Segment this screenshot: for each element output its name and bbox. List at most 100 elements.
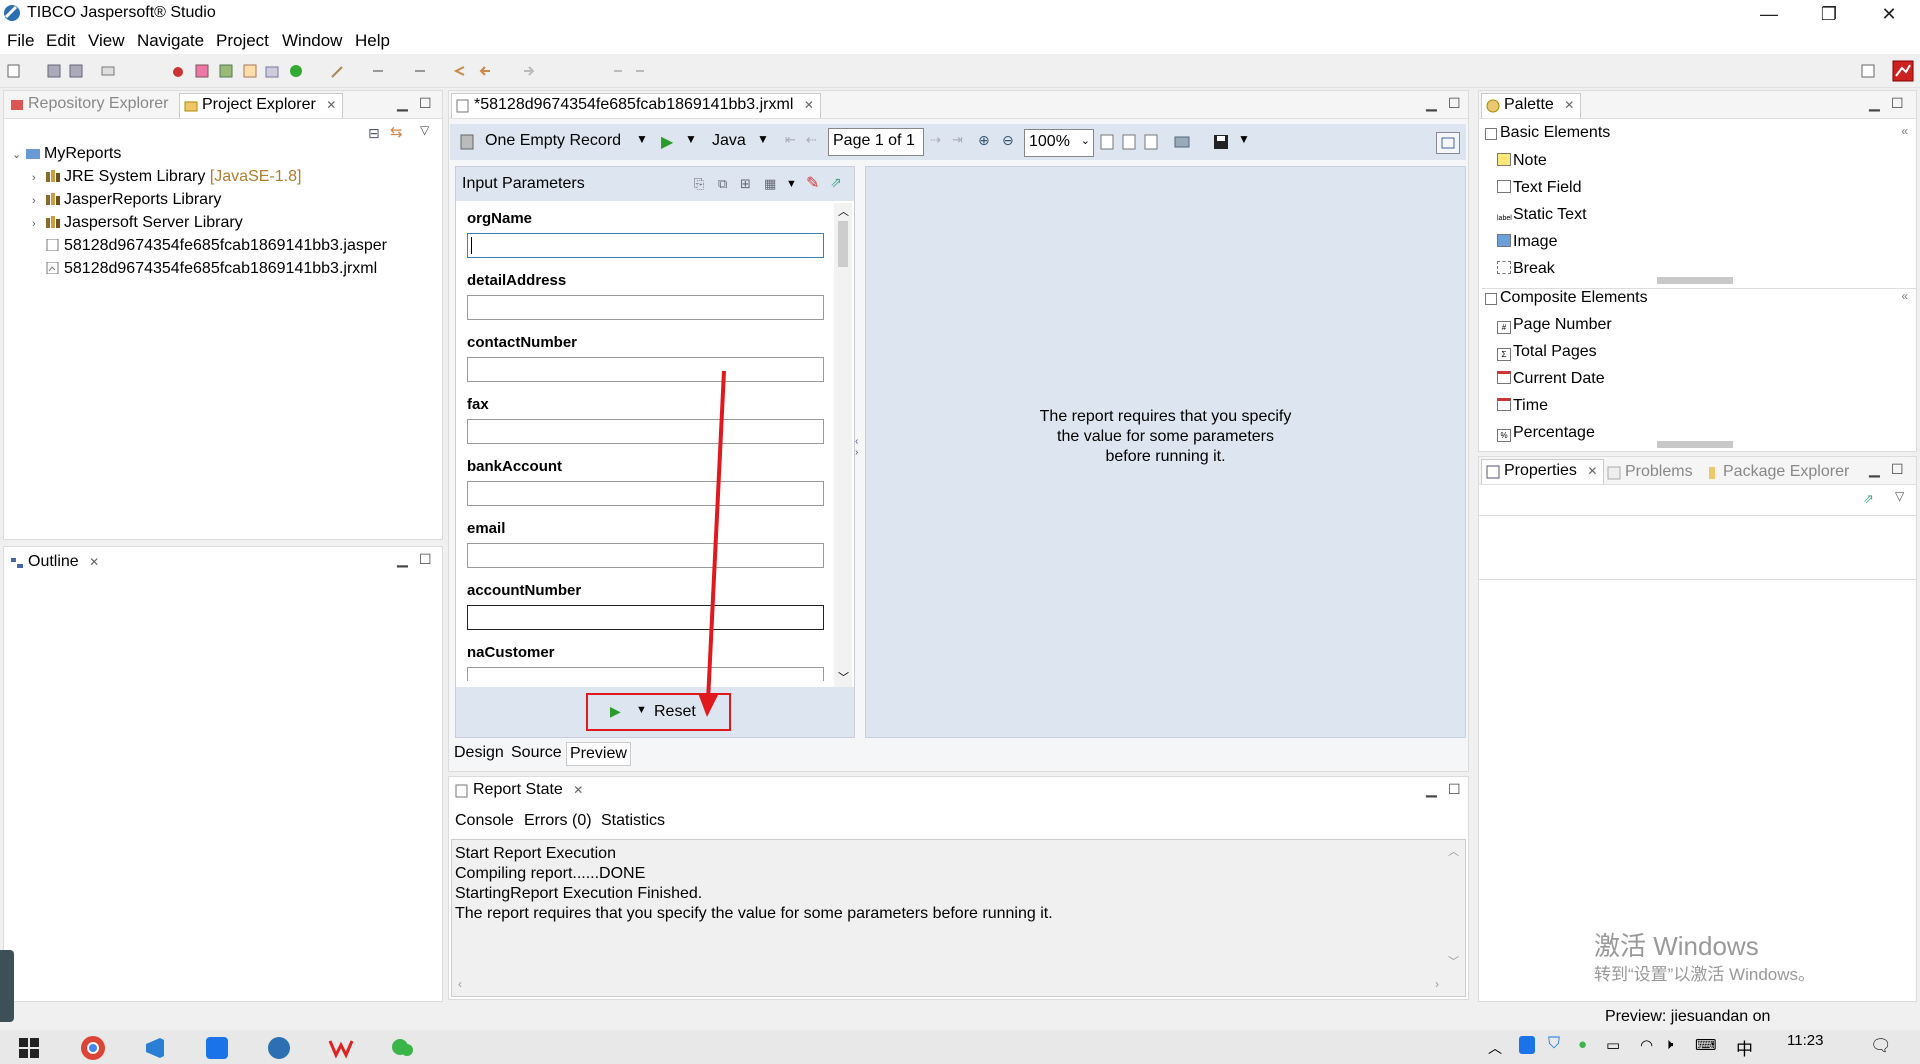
- prev-page-icon[interactable]: ⇠: [806, 132, 817, 148]
- param-tool-3-icon[interactable]: ⊞: [740, 176, 751, 192]
- first-page-icon[interactable]: ⇤: [785, 132, 796, 148]
- close-tab-icon[interactable]: ✕: [1564, 98, 1574, 112]
- maximize-view-icon[interactable]: ☐: [419, 551, 432, 568]
- export-dropdown-icon[interactable]: ▼: [1238, 132, 1250, 146]
- palette-item-total-pages[interactable]: Σ Total Pages: [1497, 343, 1597, 361]
- tree-item-jasperreports-library[interactable]: › JasperReports Library: [32, 191, 221, 209]
- fit-width-icon[interactable]: [1122, 134, 1136, 150]
- data-adapter-dropdown-icon[interactable]: ▼: [636, 132, 648, 146]
- tree-item-myreports[interactable]: ⌄ MyReports: [12, 145, 121, 163]
- tab-jrxml-editor[interactable]: *58128d9674354fe685fcab1869141bb3.jrxml …: [451, 93, 821, 118]
- back-icon[interactable]: [478, 63, 494, 79]
- tray-battery-icon[interactable]: ▭: [1606, 1036, 1620, 1054]
- menu-edit[interactable]: Edit: [46, 31, 75, 51]
- minimize-view-icon[interactable]: ▁: [1869, 461, 1880, 478]
- actual-size-icon[interactable]: [1144, 134, 1158, 150]
- param-field-orgname[interactable]: [467, 233, 824, 258]
- side-widget[interactable]: [0, 950, 14, 1022]
- scroll-up-icon[interactable]: ︿: [1448, 842, 1459, 862]
- param-tool-4-icon[interactable]: ▦: [764, 176, 776, 192]
- run-dropdown-icon[interactable]: ▼: [685, 132, 697, 146]
- maximize-view-icon[interactable]: ☐: [1448, 95, 1461, 112]
- tray-wifi-icon[interactable]: ◠: [1640, 1036, 1653, 1054]
- next-annotation-icon[interactable]: [370, 63, 386, 79]
- palette-item-page-number[interactable]: # Page Number: [1497, 316, 1612, 334]
- tray-clock[interactable]: 11:23: [1787, 1032, 1823, 1049]
- palette-item-note[interactable]: Note: [1497, 152, 1547, 170]
- maximize-view-icon[interactable]: ☐: [1448, 781, 1461, 798]
- jaspersoft-taskbar-icon[interactable]: [266, 1035, 292, 1061]
- tab-errors[interactable]: Errors (0): [524, 812, 592, 830]
- forward-icon[interactable]: [520, 63, 536, 79]
- wps-icon[interactable]: [328, 1035, 354, 1061]
- scroll-left-icon[interactable]: ‹: [458, 974, 462, 994]
- collapse-group-icon[interactable]: «: [1901, 124, 1908, 138]
- param-field-contactnumber[interactable]: [467, 357, 824, 382]
- palette-resize-handle[interactable]: [1657, 441, 1733, 448]
- scroll-up-icon[interactable]: ︿: [838, 203, 849, 219]
- vscode-icon[interactable]: [142, 1035, 168, 1061]
- minimize-view-icon[interactable]: ▁: [397, 95, 408, 112]
- param-field-accountnumber[interactable]: [467, 605, 824, 630]
- compile-icon[interactable]: [194, 63, 210, 79]
- menu-help[interactable]: Help: [355, 31, 390, 51]
- toggle-params-icon[interactable]: [1436, 132, 1460, 154]
- param-field-bankaccount[interactable]: [467, 481, 824, 506]
- tab-console[interactable]: Console: [455, 812, 514, 830]
- menu-project[interactable]: Project: [216, 31, 269, 51]
- view-menu-icon[interactable]: ▽: [1895, 489, 1904, 503]
- param-field-fax[interactable]: [467, 419, 824, 444]
- scroll-down-icon[interactable]: ﹀: [1448, 952, 1459, 972]
- tray-app-icon[interactable]: [1519, 1036, 1535, 1054]
- params-scrollbar[interactable]: ︿ ﹀: [834, 203, 852, 687]
- palette-resize-handle[interactable]: [1657, 277, 1733, 284]
- tab-package-explorer[interactable]: Package Explorer: [1701, 461, 1855, 486]
- collapse-arrow-icon[interactable]: ›: [32, 218, 44, 230]
- link-editor-icon[interactable]: ⇆: [390, 123, 403, 141]
- last-page-icon[interactable]: ⇥: [952, 132, 963, 148]
- export-save-icon[interactable]: [1213, 134, 1229, 150]
- close-tab-icon[interactable]: ✕: [326, 98, 336, 112]
- palette-group-composite-elements[interactable]: Composite Elements «: [1482, 288, 1916, 310]
- expand-arrow-icon[interactable]: ⌄: [12, 148, 24, 161]
- scrollbar-thumb[interactable]: [838, 221, 848, 267]
- save-icon[interactable]: [46, 63, 62, 79]
- run-dropdown-icon[interactable]: ▼: [636, 704, 647, 716]
- tray-ime-indicator[interactable]: 中: [1736, 1035, 1753, 1060]
- minimize-view-icon[interactable]: ▁: [1426, 781, 1437, 798]
- page-indicator[interactable]: Page 1 of 1: [828, 128, 924, 156]
- tab-statistics[interactable]: Statistics: [601, 812, 665, 830]
- app-blue-icon[interactable]: [204, 1035, 230, 1061]
- palette-item-current-date[interactable]: Current Date: [1497, 370, 1605, 388]
- close-tab-icon[interactable]: ✕: [89, 555, 99, 569]
- menu-file[interactable]: File: [7, 31, 34, 51]
- splitter-handle-icon[interactable]: ‹ ›: [855, 436, 858, 458]
- zoom-dropdown-icon[interactable]: ⌄: [1081, 134, 1090, 147]
- sync-icon[interactable]: [632, 63, 648, 79]
- new-icon[interactable]: [6, 63, 22, 79]
- tree-item-jrxml-file[interactable]: 58128d9674354fe685fcab1869141bb3.jrxml: [44, 260, 377, 278]
- wand-icon[interactable]: [330, 63, 346, 79]
- collapse-arrow-icon[interactable]: ›: [32, 195, 44, 207]
- param-tool-dropdown-icon[interactable]: ▼: [786, 178, 797, 190]
- chrome-icon[interactable]: [80, 1035, 106, 1061]
- collapse-group-icon[interactable]: «: [1901, 289, 1908, 303]
- run-icon[interactable]: [288, 63, 304, 79]
- tab-outline[interactable]: Outline ✕: [6, 551, 105, 576]
- minimize-view-icon[interactable]: ▁: [397, 551, 408, 568]
- close-button[interactable]: ✕: [1861, 0, 1917, 28]
- view-menu-icon[interactable]: ▽: [420, 123, 429, 137]
- palette-item-percentage[interactable]: % Percentage: [1497, 424, 1595, 442]
- tree-item-server-library[interactable]: › Jaspersoft Server Library: [32, 214, 243, 232]
- menu-navigate[interactable]: Navigate: [137, 31, 204, 51]
- close-tab-icon[interactable]: ✕: [573, 783, 583, 797]
- palette-item-break[interactable]: Break: [1497, 260, 1555, 278]
- close-tab-icon[interactable]: ✕: [804, 98, 814, 112]
- minimize-view-icon[interactable]: ▁: [1869, 95, 1880, 112]
- tree-item-jre[interactable]: › JRE System Library [JavaSE-1.8]: [32, 168, 301, 186]
- maximize-view-icon[interactable]: ☐: [419, 95, 432, 112]
- tab-project-explorer[interactable]: Project Explorer ✕: [179, 93, 344, 118]
- restore-button[interactable]: ❐: [1801, 0, 1857, 28]
- data-adapter-select[interactable]: One Empty Record: [485, 132, 621, 150]
- run-report-icon[interactable]: ▶: [661, 132, 673, 152]
